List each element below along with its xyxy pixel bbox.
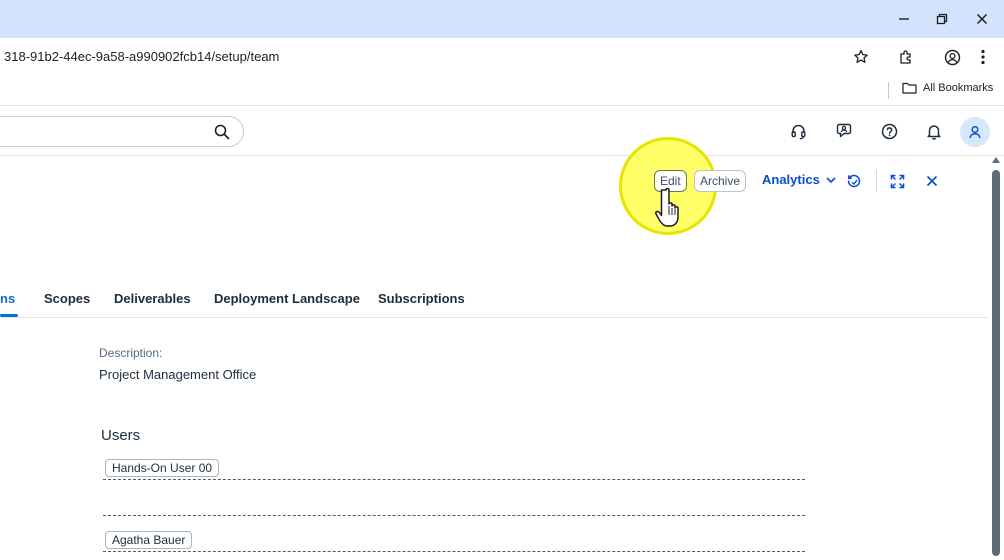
header-actions: Edit Archive Analytics xyxy=(0,170,1004,194)
row-divider xyxy=(103,479,805,480)
notifications-icon xyxy=(927,124,941,140)
user-avatar-button[interactable] xyxy=(960,117,990,147)
close-icon xyxy=(926,175,938,187)
active-tab-indicator xyxy=(0,314,18,317)
all-bookmarks-label: All Bookmarks xyxy=(923,82,994,94)
bookmarks-separator xyxy=(888,82,889,99)
analytics-menu-button[interactable]: Analytics xyxy=(762,172,836,187)
extensions-button[interactable] xyxy=(893,44,919,70)
user-token[interactable]: Hands-On User 00 xyxy=(105,459,220,477)
minimize-icon xyxy=(899,18,909,20)
app-shellbar xyxy=(0,106,1004,156)
tab-subscriptions[interactable]: Subscriptions xyxy=(378,291,465,306)
users-section-title: Users xyxy=(101,427,141,444)
headset-icon xyxy=(791,124,806,139)
restore-button[interactable] xyxy=(926,6,958,32)
restore-icon xyxy=(936,13,948,25)
row-divider xyxy=(103,551,805,552)
help-button[interactable] xyxy=(877,119,901,143)
hand-pointer-icon xyxy=(655,187,679,227)
notifications-button[interactable] xyxy=(922,119,946,143)
actions-separator xyxy=(876,170,877,192)
tab-deliverables[interactable]: Deliverables xyxy=(114,291,191,306)
row-divider xyxy=(103,515,805,516)
tab-deployment-landscape[interactable]: Deployment Landscape xyxy=(214,291,360,306)
close-window-button[interactable] xyxy=(966,6,998,32)
scrollbar-thumb[interactable] xyxy=(992,170,1000,556)
address-bar-url[interactable]: 318-91b2-44ec-9a58-a990902fcb14/setup/te… xyxy=(4,49,279,64)
history-button[interactable] xyxy=(843,170,865,192)
tab-team-members[interactable]: ns xyxy=(0,291,15,306)
tab-scopes[interactable]: Scopes xyxy=(44,291,90,306)
search-field[interactable] xyxy=(0,116,244,147)
description-label: Description: xyxy=(99,346,163,360)
scroll-up-arrow[interactable] xyxy=(992,157,1000,163)
search-icon[interactable] xyxy=(213,123,231,141)
all-bookmarks-button[interactable]: All Bookmarks xyxy=(902,82,993,94)
bookmark-star-button[interactable] xyxy=(848,44,874,70)
close-icon xyxy=(976,13,988,25)
history-icon xyxy=(847,174,861,188)
archive-button[interactable]: Archive xyxy=(694,170,747,192)
fullscreen-button[interactable] xyxy=(886,170,908,192)
search-input[interactable] xyxy=(0,117,201,146)
kebab-menu-icon xyxy=(981,49,985,65)
user-token[interactable]: Agatha Bauer xyxy=(105,531,193,549)
analytics-label: Analytics xyxy=(762,172,820,187)
folder-icon xyxy=(902,82,917,94)
description-value: Project Management Office xyxy=(99,367,257,382)
puzzle-icon xyxy=(900,50,911,64)
profile-button[interactable] xyxy=(939,44,965,70)
profile-icon xyxy=(944,49,960,65)
close-page-button[interactable] xyxy=(921,170,943,192)
feedback-icon xyxy=(836,123,852,138)
help-icon xyxy=(881,123,897,139)
chevron-down-icon xyxy=(826,176,836,183)
bookmarks-bar: All Bookmarks xyxy=(0,76,1004,106)
support-button[interactable] xyxy=(786,119,810,143)
browser-toolbar: 318-91b2-44ec-9a58-a990902fcb14/setup/te… xyxy=(0,38,1004,76)
minimize-button[interactable] xyxy=(888,6,920,32)
browser-window: 318-91b2-44ec-9a58-a990902fcb14/setup/te… xyxy=(0,0,1004,560)
expand-icon xyxy=(890,174,904,188)
star-icon xyxy=(854,49,868,63)
browser-titlebar xyxy=(0,0,1004,38)
feedback-button[interactable] xyxy=(832,119,856,143)
browser-menu-button[interactable] xyxy=(970,44,996,70)
section-tabs: ns Scopes Deliverables Deployment Landsc… xyxy=(0,282,988,318)
user-icon xyxy=(969,125,981,139)
